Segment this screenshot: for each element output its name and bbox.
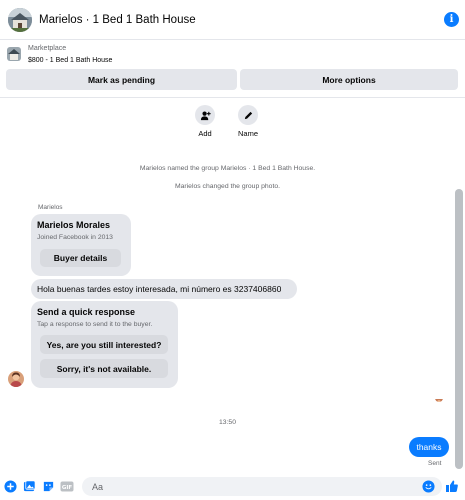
message-input[interactable] — [82, 477, 442, 496]
chat-header: Marielos · 1 Bed 1 Bath House i — [0, 0, 465, 40]
name-label: Name — [237, 129, 258, 138]
incoming-message-text: Hola buenas tardes estoy interesada, mi … — [37, 284, 282, 294]
plus-icon[interactable] — [3, 479, 17, 493]
system-message: Marielos changed the group photo. — [174, 183, 281, 190]
group-avatar[interactable] — [8, 7, 32, 32]
buyer-details-button[interactable]: Buyer details — [40, 249, 121, 267]
sent-status: Sent — [428, 460, 442, 467]
buyer-joined-text: Joined Facebook in 2013 — [37, 234, 113, 241]
quick-response-no-button[interactable]: Sorry, it's not available. — [40, 359, 168, 378]
quick-response-card: Send a quick response Tap a response to … — [31, 301, 178, 388]
conversation-scrollbar[interactable] — [455, 189, 463, 469]
listing-source: Marketplace — [28, 45, 67, 52]
listing-title[interactable]: $800 - 1 Bed 1 Bath House — [28, 57, 112, 64]
read-receipt-avatar — [435, 394, 443, 402]
info-icon[interactable]: i — [444, 12, 459, 27]
system-message: Marielos named the group Marielos · 1 Be… — [139, 165, 316, 172]
chat-title: Marielos · 1 Bed 1 Bath House — [39, 13, 196, 26]
add-people-action[interactable]: Add — [185, 105, 225, 138]
more-options-button[interactable]: More options — [240, 69, 458, 90]
quick-response-title: Send a quick response — [37, 307, 136, 317]
image-icon[interactable] — [22, 479, 36, 493]
messenger-window: Marielos · 1 Bed 1 Bath House i Marketpl… — [0, 0, 465, 500]
sender-name: Marielos — [38, 204, 63, 211]
quick-response-yes-button[interactable]: Yes, are you still interested? — [40, 335, 168, 354]
listing-thumbnail[interactable] — [7, 47, 21, 61]
thumbs-up-icon[interactable] — [445, 479, 459, 493]
message-timestamp: 13:50 — [218, 419, 236, 426]
quick-response-subtitle: Tap a response to send it to the buyer. — [37, 321, 153, 328]
add-label: Add — [198, 129, 212, 138]
outgoing-message: thanks — [409, 437, 449, 457]
conversation-area: Add Name Marielos named the group Mariel… — [0, 99, 465, 471]
mark-as-pending-button[interactable]: Mark as pending — [6, 69, 237, 90]
sender-avatar[interactable] — [8, 371, 24, 387]
pencil-icon — [238, 105, 258, 125]
buyer-profile-card: Marielos Morales Joined Facebook in 2013… — [31, 214, 131, 276]
add-person-icon — [195, 105, 215, 125]
gif-icon[interactable]: GIF — [60, 479, 74, 493]
svg-text:GIF: GIF — [62, 485, 73, 491]
marketplace-listing-bar: Marketplace $800 - 1 Bed 1 Bath House Ma… — [0, 40, 465, 98]
incoming-message: Hola buenas tardes estoy interesada, mi … — [31, 279, 297, 299]
message-composer: GIF — [0, 474, 465, 500]
emoji-icon[interactable] — [421, 479, 435, 493]
sticker-icon[interactable] — [41, 479, 55, 493]
name-group-action[interactable]: Name — [228, 105, 268, 138]
buyer-name: Marielos Morales — [37, 220, 111, 230]
